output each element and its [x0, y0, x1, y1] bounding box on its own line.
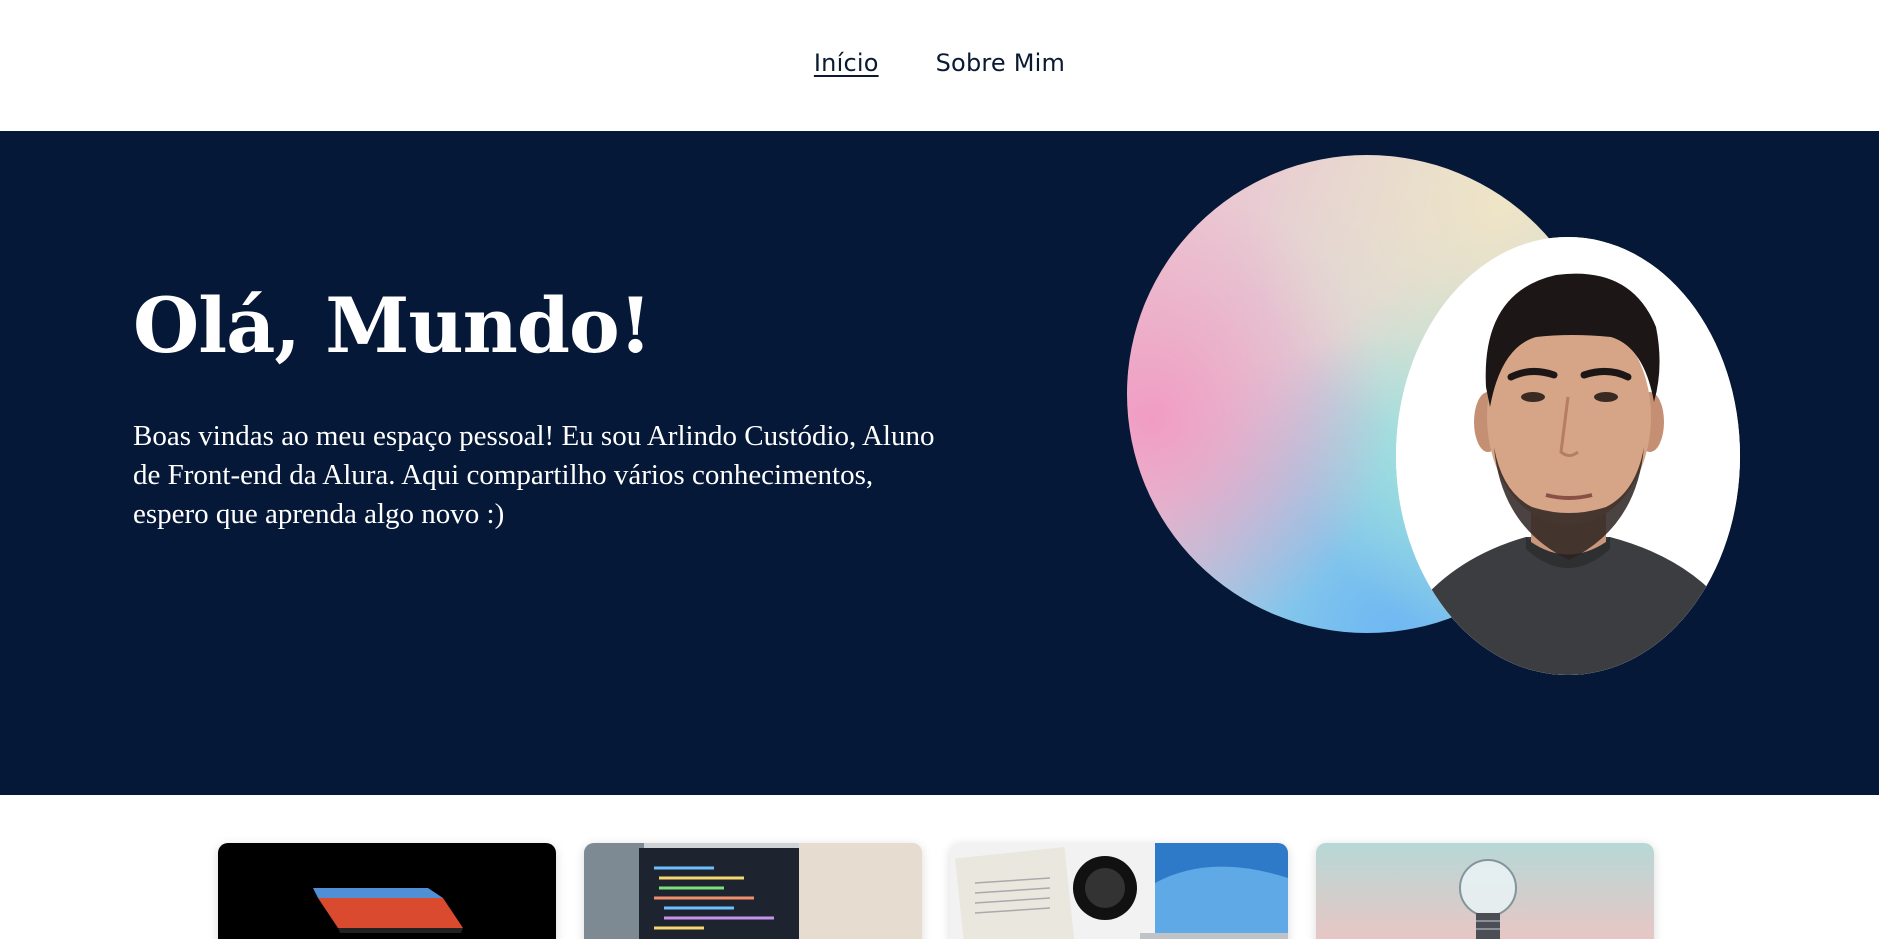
hero-description: Boas vindas ao meu espaço pessoal! Eu so… [133, 420, 935, 530]
lightbulb-image-icon [1316, 843, 1654, 939]
nav-item-sobre-mim: Sobre Mim [936, 49, 1065, 77]
desk-camera-image-icon [950, 843, 1288, 939]
person-portrait-icon [1396, 237, 1740, 675]
nav-list: Início Sobre Mim [814, 49, 1065, 77]
nav-link-sobre-mim[interactable]: Sobre Mim [936, 49, 1065, 77]
card-laptop[interactable] [218, 843, 556, 939]
card-desk-camera[interactable] [950, 843, 1288, 939]
hero-section: Olá, Mundo! Boas vindas ao meu espaço pe… [0, 131, 1879, 795]
code-screen-image-icon [584, 843, 922, 939]
nav-link-inicio[interactable]: Início [814, 49, 879, 77]
nav-item-inicio: Início [814, 49, 879, 77]
main-nav: Início Sobre Mim [0, 0, 1879, 131]
card-code-screen[interactable] [584, 843, 922, 939]
card-lightbulb[interactable] [1316, 843, 1654, 939]
cards-section [218, 843, 1655, 939]
laptop-image-icon [218, 843, 556, 939]
profile-photo [1396, 237, 1740, 675]
hero-title: Olá, Mundo! [133, 281, 652, 370]
